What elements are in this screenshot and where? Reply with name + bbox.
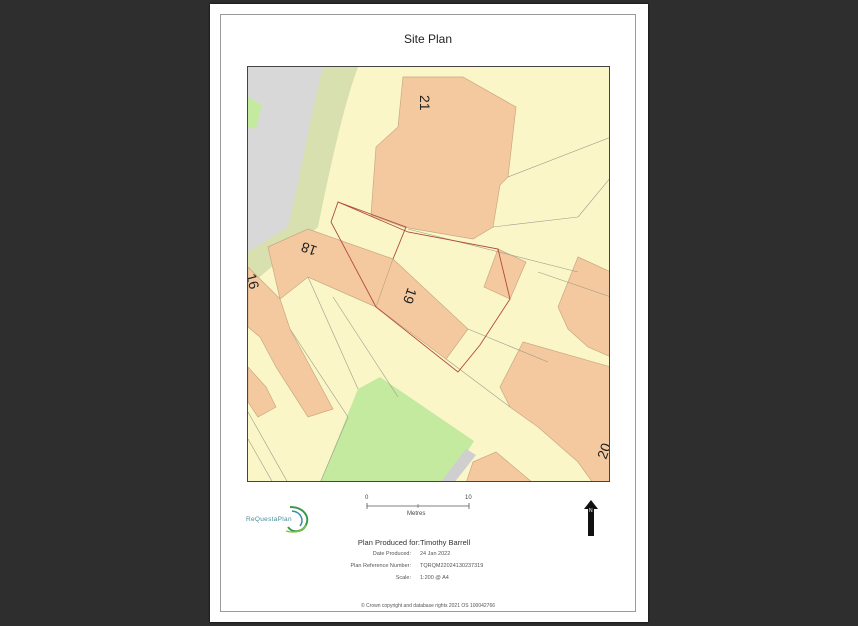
produced-for-value: Timothy Barrell: [420, 538, 471, 547]
building-right-top: [557, 256, 609, 357]
copyright-notice: © Crown copyright and database rights 20…: [360, 603, 496, 609]
plot-line-11: [577, 178, 609, 218]
scale-unit-label: Metres: [407, 511, 426, 517]
requestaplan-logo: ReQuestaPlan: [246, 503, 312, 535]
plot-line-2: [507, 137, 609, 178]
scale-start-label: 0: [365, 495, 369, 501]
plan-reference-label: Plan Reference Number:: [350, 563, 411, 569]
north-arrow-icon: N: [584, 500, 598, 536]
date-produced-label: Date Produced:: [372, 551, 411, 557]
building-21: [370, 76, 517, 240]
site-map: 21 18 19 16 20: [247, 66, 610, 482]
green-area: [320, 377, 474, 481]
map-canvas: 21 18 19 16 20: [248, 67, 609, 481]
scale-end-label: 10: [465, 495, 472, 501]
north-label: N: [589, 508, 593, 514]
scale-bar: 0 10 Metres: [365, 495, 473, 519]
plot-line-5: [445, 358, 511, 408]
building-16b: [248, 366, 277, 418]
date-produced-value: 24 Jan 2022: [420, 551, 451, 557]
scale-label: Scale:: [395, 575, 411, 581]
plot-line-1: [492, 216, 579, 228]
logo-text: ReQuestaPlan: [246, 516, 292, 523]
building-20: [499, 341, 609, 481]
building-18: [267, 228, 394, 308]
scale-value: 1:200 @ A4: [420, 575, 449, 581]
produced-for-label: Plan Produced for:: [357, 538, 420, 547]
building-garage: [483, 248, 527, 300]
page-title: Site Plan: [403, 32, 453, 46]
plan-reference-value: TQRQM22024130237319: [420, 563, 484, 569]
plot-line-10: [248, 438, 273, 481]
house-number-21: 21: [417, 95, 433, 111]
plot-line-9: [248, 411, 288, 481]
building-bottom: [466, 451, 532, 481]
